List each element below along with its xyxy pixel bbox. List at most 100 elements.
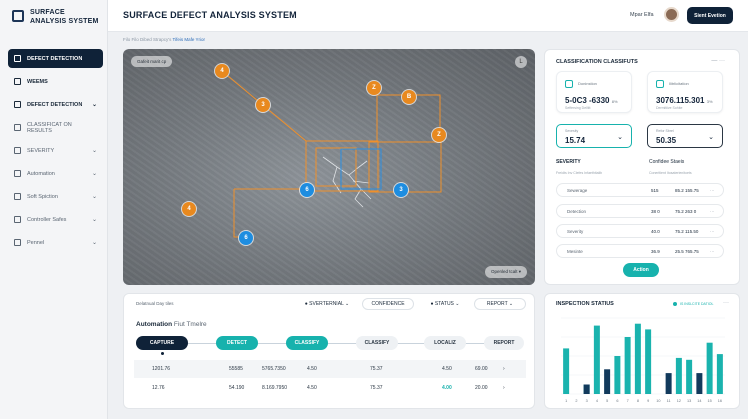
stat-sub: Seffersing Delltit: [565, 106, 591, 110]
defect-overlay: [221, 70, 442, 238]
row-value: 36.9: [651, 249, 660, 254]
report-filter[interactable]: REPORT ⌄: [474, 298, 526, 310]
defect-marker[interactable]: 3: [394, 183, 408, 197]
chevron-down-icon: ⌄: [91, 194, 97, 200]
row-value: 25.5 765.75: [675, 249, 699, 254]
legend-swatch: [673, 302, 677, 306]
table-cell: 8.169.7950: [262, 385, 288, 391]
defect-marker[interactable]: 4: [182, 202, 196, 216]
stage-classify[interactable]: CLASSIFY: [286, 336, 328, 350]
stage-classify-2[interactable]: CLASSIFY: [356, 336, 398, 350]
settings-icon: [14, 193, 21, 200]
defect-marker[interactable]: Z: [432, 128, 446, 142]
stage-report[interactable]: REPORT: [484, 336, 524, 350]
sidebar-item-defect-detection-2[interactable]: DEFECT DETECTION ⌄: [8, 95, 103, 114]
table-cell: 54.190: [229, 385, 245, 391]
select-label: Refor Sbrel: [656, 129, 674, 133]
status-filter[interactable]: ● STATUS ⌄: [420, 298, 470, 310]
automation-title-suffix: Fiut Tmelre: [173, 321, 207, 328]
automation-title-main: Automation: [136, 321, 173, 328]
chevron-down-icon: ⌄: [91, 148, 97, 154]
sidebar-item-label: CLASSIFICAT ON RESULTS: [27, 121, 72, 134]
severity-select[interactable]: Sevesity 15.74 ⌄: [556, 124, 632, 148]
overlay-toggle-chip[interactable]: Openled tcalt ▾: [484, 266, 527, 278]
stat-value-number: 3076.115.301: [656, 96, 705, 105]
chevron-down-icon: ⌄: [708, 134, 714, 141]
defect-marker[interactable]: 4: [215, 64, 229, 78]
defect-marker[interactable]: Z: [367, 81, 381, 95]
confidence-heading: Confidee Staeis: [649, 159, 685, 165]
defect-marker[interactable]: 3: [256, 98, 270, 112]
row-value: 85.2 155.75: [675, 188, 699, 193]
zoom-icon[interactable]: L: [515, 56, 527, 68]
defect-marker[interactable]: B: [402, 90, 416, 104]
chevron-down-icon: ⌄: [91, 102, 97, 108]
date-filter-label[interactable]: Delatnual Day tiles: [136, 301, 174, 306]
severity-filter[interactable]: ● SVERTERNIAL ⌄: [296, 298, 358, 310]
stage-capture[interactable]: CAPTURE: [136, 336, 188, 350]
chevron-down-icon: ⌄: [91, 240, 97, 246]
severity-row[interactable]: Detection 38 0 75.2 263 0 ···: [556, 204, 724, 218]
x-tick-label: 6: [616, 399, 618, 403]
sidebar-item-controller-safes[interactable]: Controller Safes ⌄: [8, 210, 103, 229]
sidebar-item-soft-spiction[interactable]: Soft Spiction ⌄: [8, 187, 103, 206]
stage-detect[interactable]: DETECT: [216, 336, 258, 350]
table-cell: 4.50: [307, 385, 317, 391]
severity-row[interactable]: Severity 40.0 75.2 115.50 ···: [556, 224, 724, 238]
stat-card-detection: Doninstion 5-0C3 -6330 8% Seffersing Del…: [556, 71, 632, 113]
stat-value-number: 5-0C3 -6330: [565, 96, 610, 105]
defect-marker[interactable]: 6: [300, 183, 314, 197]
row-arrow-icon[interactable]: ›: [503, 366, 505, 372]
row-arrow-icon[interactable]: ›: [503, 385, 505, 391]
sidebar-item-classification-results[interactable]: CLASSIFICAT ON RESULTS: [8, 118, 103, 137]
x-tick-label: 14: [697, 399, 701, 403]
header-action-button[interactable]: Sient Evetion: [687, 7, 733, 24]
table-row[interactable]: 1201.76 55585 5765.7350 4.50 75.37 4.50 …: [134, 360, 526, 378]
chevron-down-icon: ⌄: [91, 217, 97, 223]
breadcrumb-path[interactable]: Filo Filo Dibed Strapcy's: [123, 37, 171, 42]
sidebar-nav: DEFECT DETECTION WEEMS DEFECT DETECTION ⌄…: [8, 49, 103, 256]
stage-localize[interactable]: LOCALIZ: [424, 336, 466, 350]
automation-title: Automation Fiut Tmelre: [136, 321, 207, 328]
x-tick-label: 13: [687, 399, 691, 403]
sidebar-item-label: Controller Safes: [27, 216, 67, 223]
more-icon[interactable]: ···: [710, 209, 715, 214]
app-root: SURFACE ANALYSIS SYSTEM DEFECT DETECTION…: [0, 0, 748, 419]
stat-unit: 3%: [706, 99, 713, 104]
sidebar-item-label: Automation: [27, 170, 55, 177]
more-icon[interactable]: ···: [710, 188, 715, 193]
sidebar-item-automation[interactable]: Automation ⌄: [8, 164, 103, 183]
user-name: Mpar Elfa: [630, 12, 654, 18]
table-row[interactable]: 12.76 54.190 8.169.7950 4.50 75.37 4.00 …: [134, 379, 526, 397]
sidebar-item-severity[interactable]: SEVERITY ⌄: [8, 141, 103, 160]
more-icon[interactable]: ···: [710, 249, 715, 254]
brand: SURFACE ANALYSIS SYSTEM: [12, 8, 98, 26]
sidebar-item-weems[interactable]: WEEMS: [8, 72, 103, 91]
severity-heading: SEVERITY: [556, 159, 581, 165]
chevron-down-icon: ⌄: [91, 171, 97, 177]
confidence-filter[interactable]: CONFIDENCE: [362, 298, 414, 310]
action-button[interactable]: Action: [623, 263, 659, 277]
avatar[interactable]: [664, 7, 679, 22]
list-icon: [14, 124, 21, 131]
image-tag-chip[interactable]: Gafeit marit cp: [131, 56, 173, 67]
sidebar-item-label: DEFECT DETECTION: [27, 101, 83, 108]
defect-image-viewer[interactable]: Gafeit marit cp L Openled tcalt ▾ 4 3 Z …: [123, 49, 535, 285]
severity-row[interactable]: Sewerage 515 85.2 155.75 ···: [556, 183, 724, 197]
sliders-icon: [14, 216, 21, 223]
x-tick-label: 12: [677, 399, 681, 403]
row-name: Sewerage: [567, 188, 588, 193]
chart-bar: [634, 323, 641, 394]
sidebar-item-pennel[interactable]: Pennel ⌄: [8, 233, 103, 252]
more-icon[interactable]: ···: [723, 300, 729, 306]
defect-marker[interactable]: 6: [239, 231, 253, 245]
sidebar-item-defect-detection[interactable]: DEFECT DETECTION: [8, 49, 103, 68]
severity-row[interactable]: Mesinte 36.9 25.5 765.75 ···: [556, 244, 724, 258]
breadcrumb: Filo Filo Dibed Strapcy's Tifeis Mafe Yr…: [123, 37, 205, 42]
more-icon[interactable]: — ···: [711, 58, 725, 64]
logo-icon: [12, 10, 24, 22]
row-value: 75.2 115.50: [675, 229, 699, 234]
chart-bar: [583, 384, 590, 394]
reference-select[interactable]: Refor Sbrel 50.35 ⌄: [647, 124, 723, 148]
more-icon[interactable]: ···: [710, 229, 715, 234]
